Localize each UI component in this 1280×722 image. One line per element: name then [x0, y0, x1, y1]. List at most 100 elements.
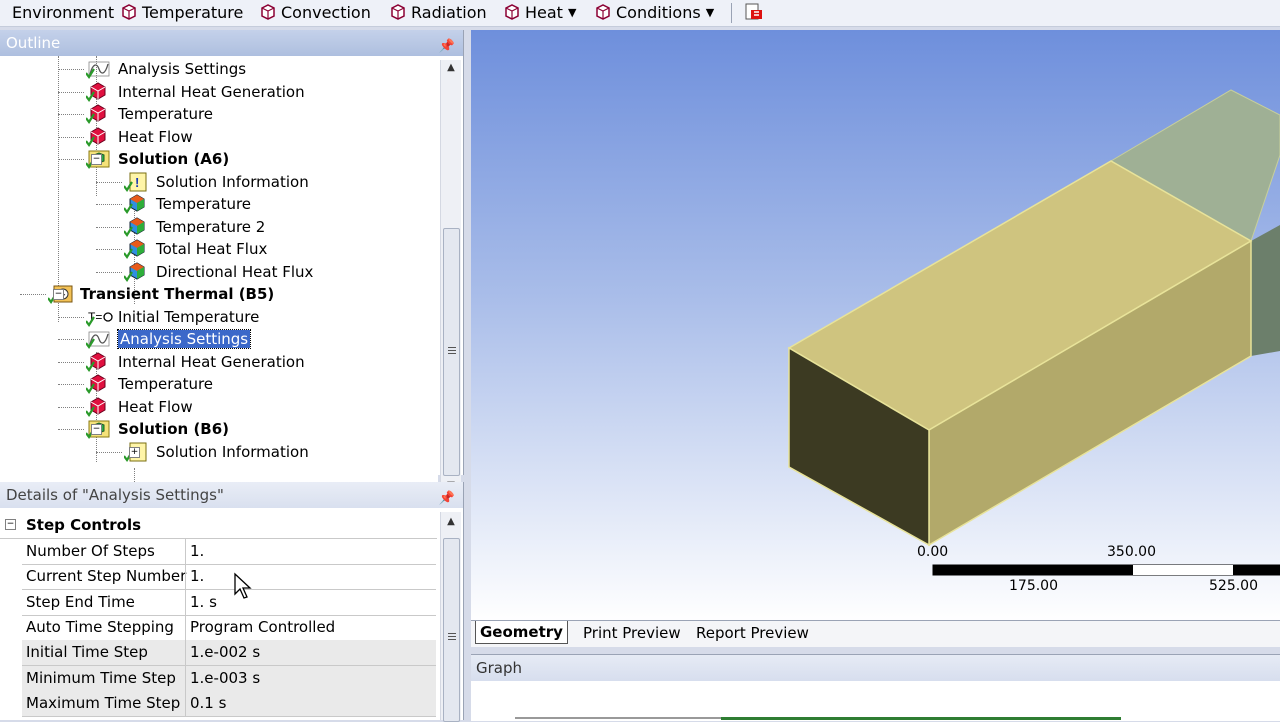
tree-item[interactable]: Internal Heat Generation — [86, 351, 305, 373]
tree-item-label: Solution (A6) — [118, 150, 230, 168]
tree-item[interactable]: !Solution Information — [124, 441, 309, 463]
radiation-button[interactable]: Radiation — [389, 0, 487, 24]
temperature-load-button[interactable]: Temperature — [120, 0, 243, 24]
tree-item[interactable]: Directional Heat Flux — [124, 261, 313, 283]
property-value[interactable]: 1. s — [190, 593, 217, 611]
property-value[interactable]: 1. — [190, 567, 204, 585]
scale-label: 525.00 — [1209, 578, 1258, 594]
tree-item-label: Internal Heat Generation — [118, 82, 305, 101]
scroll-thumb[interactable] — [443, 228, 460, 476]
toolbar: Environment Temperature Convection Radia… — [0, 0, 1280, 27]
tab-geometry[interactable]: Geometry — [475, 621, 568, 644]
tree-item-label: Temperature — [156, 195, 252, 213]
details-row[interactable]: Minimum Time Step 1.e-003 s — [22, 665, 436, 692]
tree-item-label: Directional Heat Flux — [156, 262, 314, 281]
tree-item[interactable]: Solution (B6) — [86, 418, 229, 440]
conditions-dropdown[interactable]: Conditions ▼ — [594, 0, 714, 24]
pin-icon[interactable]: 📌 — [439, 486, 455, 512]
tree-item[interactable]: Internal Heat Generation — [86, 81, 305, 103]
load-cube-icon — [86, 396, 116, 417]
tree-item[interactable]: Temperature — [86, 103, 213, 125]
geometry-model[interactable] — [471, 30, 1280, 622]
tree-item[interactable]: Transient Thermal (B5) — [48, 283, 274, 305]
collapse-icon[interactable]: − — [91, 154, 102, 165]
tree-item[interactable]: Total Heat Flux — [124, 238, 267, 260]
outline-title: Outline — [6, 34, 61, 52]
convection-button[interactable]: Convection — [259, 0, 371, 24]
tree-item[interactable]: Temperature 2 — [124, 216, 265, 238]
environment-label: Environment — [12, 2, 115, 22]
details-row[interactable]: Current Step Number 1. — [22, 564, 436, 591]
collapse-icon[interactable]: − — [5, 519, 16, 530]
chevron-down-icon: ▼ — [705, 5, 715, 19]
chevron-down-icon: ▼ — [567, 5, 577, 19]
tree-item-label: Heat Flow — [118, 397, 193, 416]
scroll-up-icon[interactable]: ▲ — [441, 516, 461, 534]
property-value[interactable]: 1. — [190, 542, 204, 560]
tree-item[interactable]: Heat Flow — [86, 396, 193, 418]
load-cube-icon — [122, 4, 136, 20]
load-cube-icon — [391, 4, 405, 20]
graph-panel: Graph — [471, 654, 1280, 721]
details-row[interactable]: Maximum Time Step 0.1 s — [22, 690, 436, 717]
commands-button[interactable] — [744, 0, 764, 24]
property-value[interactable]: 1.e-002 s — [190, 643, 260, 661]
property-name: Step End Time — [26, 592, 135, 611]
viewport-tabs: Geometry Print Preview Report Preview — [471, 620, 1280, 647]
details-row[interactable]: Auto Time Stepping Program Controlled — [22, 614, 436, 641]
heat-label: Heat — [525, 2, 563, 22]
tree-item[interactable]: Heat Flow — [86, 126, 193, 148]
pin-icon[interactable]: 📌 — [439, 34, 455, 60]
details-row[interactable]: Step End Time 1. s — [22, 589, 436, 616]
heat-dropdown[interactable]: Heat ▼ — [503, 0, 576, 24]
tree-item[interactable]: T= Initial Temperature — [86, 306, 259, 328]
outline-scrollbar[interactable]: ▲ ▼ — [440, 60, 461, 500]
details-scrollbar[interactable]: ▲ — [440, 512, 461, 722]
conditions-label: Conditions — [616, 2, 701, 22]
outline-tree: Analysis Settings Internal Heat Generatio… — [0, 56, 438, 502]
tree-item[interactable]: Analysis Settings — [86, 58, 246, 80]
load-cube-icon — [86, 104, 116, 124]
scroll-up-icon[interactable]: ▲ — [441, 62, 461, 80]
initial-temperature-icon: T= — [86, 307, 116, 327]
property-value[interactable]: 1.e-003 s — [190, 669, 260, 687]
load-cube-icon — [596, 4, 610, 20]
scroll-thumb[interactable] — [443, 538, 460, 722]
geometry-viewport[interactable]: 0.00 350.00 175.00 525.00 — [471, 30, 1280, 622]
scale-label: 0.00 — [917, 544, 949, 560]
tab-report-preview[interactable]: Report Preview — [696, 624, 809, 642]
tree-item[interactable]: !Solution Information — [124, 171, 309, 193]
toolbar-separator — [731, 3, 732, 23]
tree-item[interactable]: Temperature — [86, 373, 213, 395]
result-icon — [124, 194, 154, 214]
load-cube-icon — [86, 351, 116, 372]
result-icon — [124, 261, 154, 282]
tree-item[interactable]: Temperature — [124, 193, 251, 215]
tree-item-label: Temperature 2 — [156, 217, 266, 236]
details-row[interactable]: Initial Time Step 1.e-002 s — [22, 640, 436, 667]
load-cube-icon — [261, 4, 275, 20]
tab-print-preview[interactable]: Print Preview — [583, 624, 681, 642]
scale-label: 175.00 — [1009, 578, 1058, 594]
expand-icon[interactable]: + — [129, 446, 140, 458]
tree-item[interactable]: Analysis Settings — [86, 328, 252, 350]
load-cube-icon — [505, 4, 519, 20]
tree-item-label: Temperature — [118, 105, 214, 123]
property-value[interactable]: 0.1 s — [190, 694, 226, 712]
property-value[interactable]: Program Controlled — [190, 618, 335, 636]
property-name: Number Of Steps — [26, 542, 155, 560]
collapse-icon[interactable]: − — [53, 289, 64, 300]
details-row[interactable]: Number Of Steps 1. — [22, 539, 436, 565]
environment-menu[interactable]: Environment — [12, 0, 114, 24]
tree-item-label: Temperature — [118, 375, 214, 393]
scale-label: 350.00 — [1107, 544, 1156, 560]
tree-item-label: Solution Information — [156, 172, 309, 191]
mouse-cursor-icon — [234, 572, 252, 599]
load-cube-icon — [86, 126, 116, 147]
details-title-bar: Details of "Analysis Settings" 📌 — [0, 482, 463, 508]
collapse-icon[interactable]: − — [91, 424, 102, 435]
temperature-label: Temperature — [142, 2, 244, 22]
load-cube-icon — [86, 374, 116, 394]
details-title: Details of "Analysis Settings" — [6, 486, 224, 504]
tree-item[interactable]: Solution (A6) — [86, 148, 229, 170]
